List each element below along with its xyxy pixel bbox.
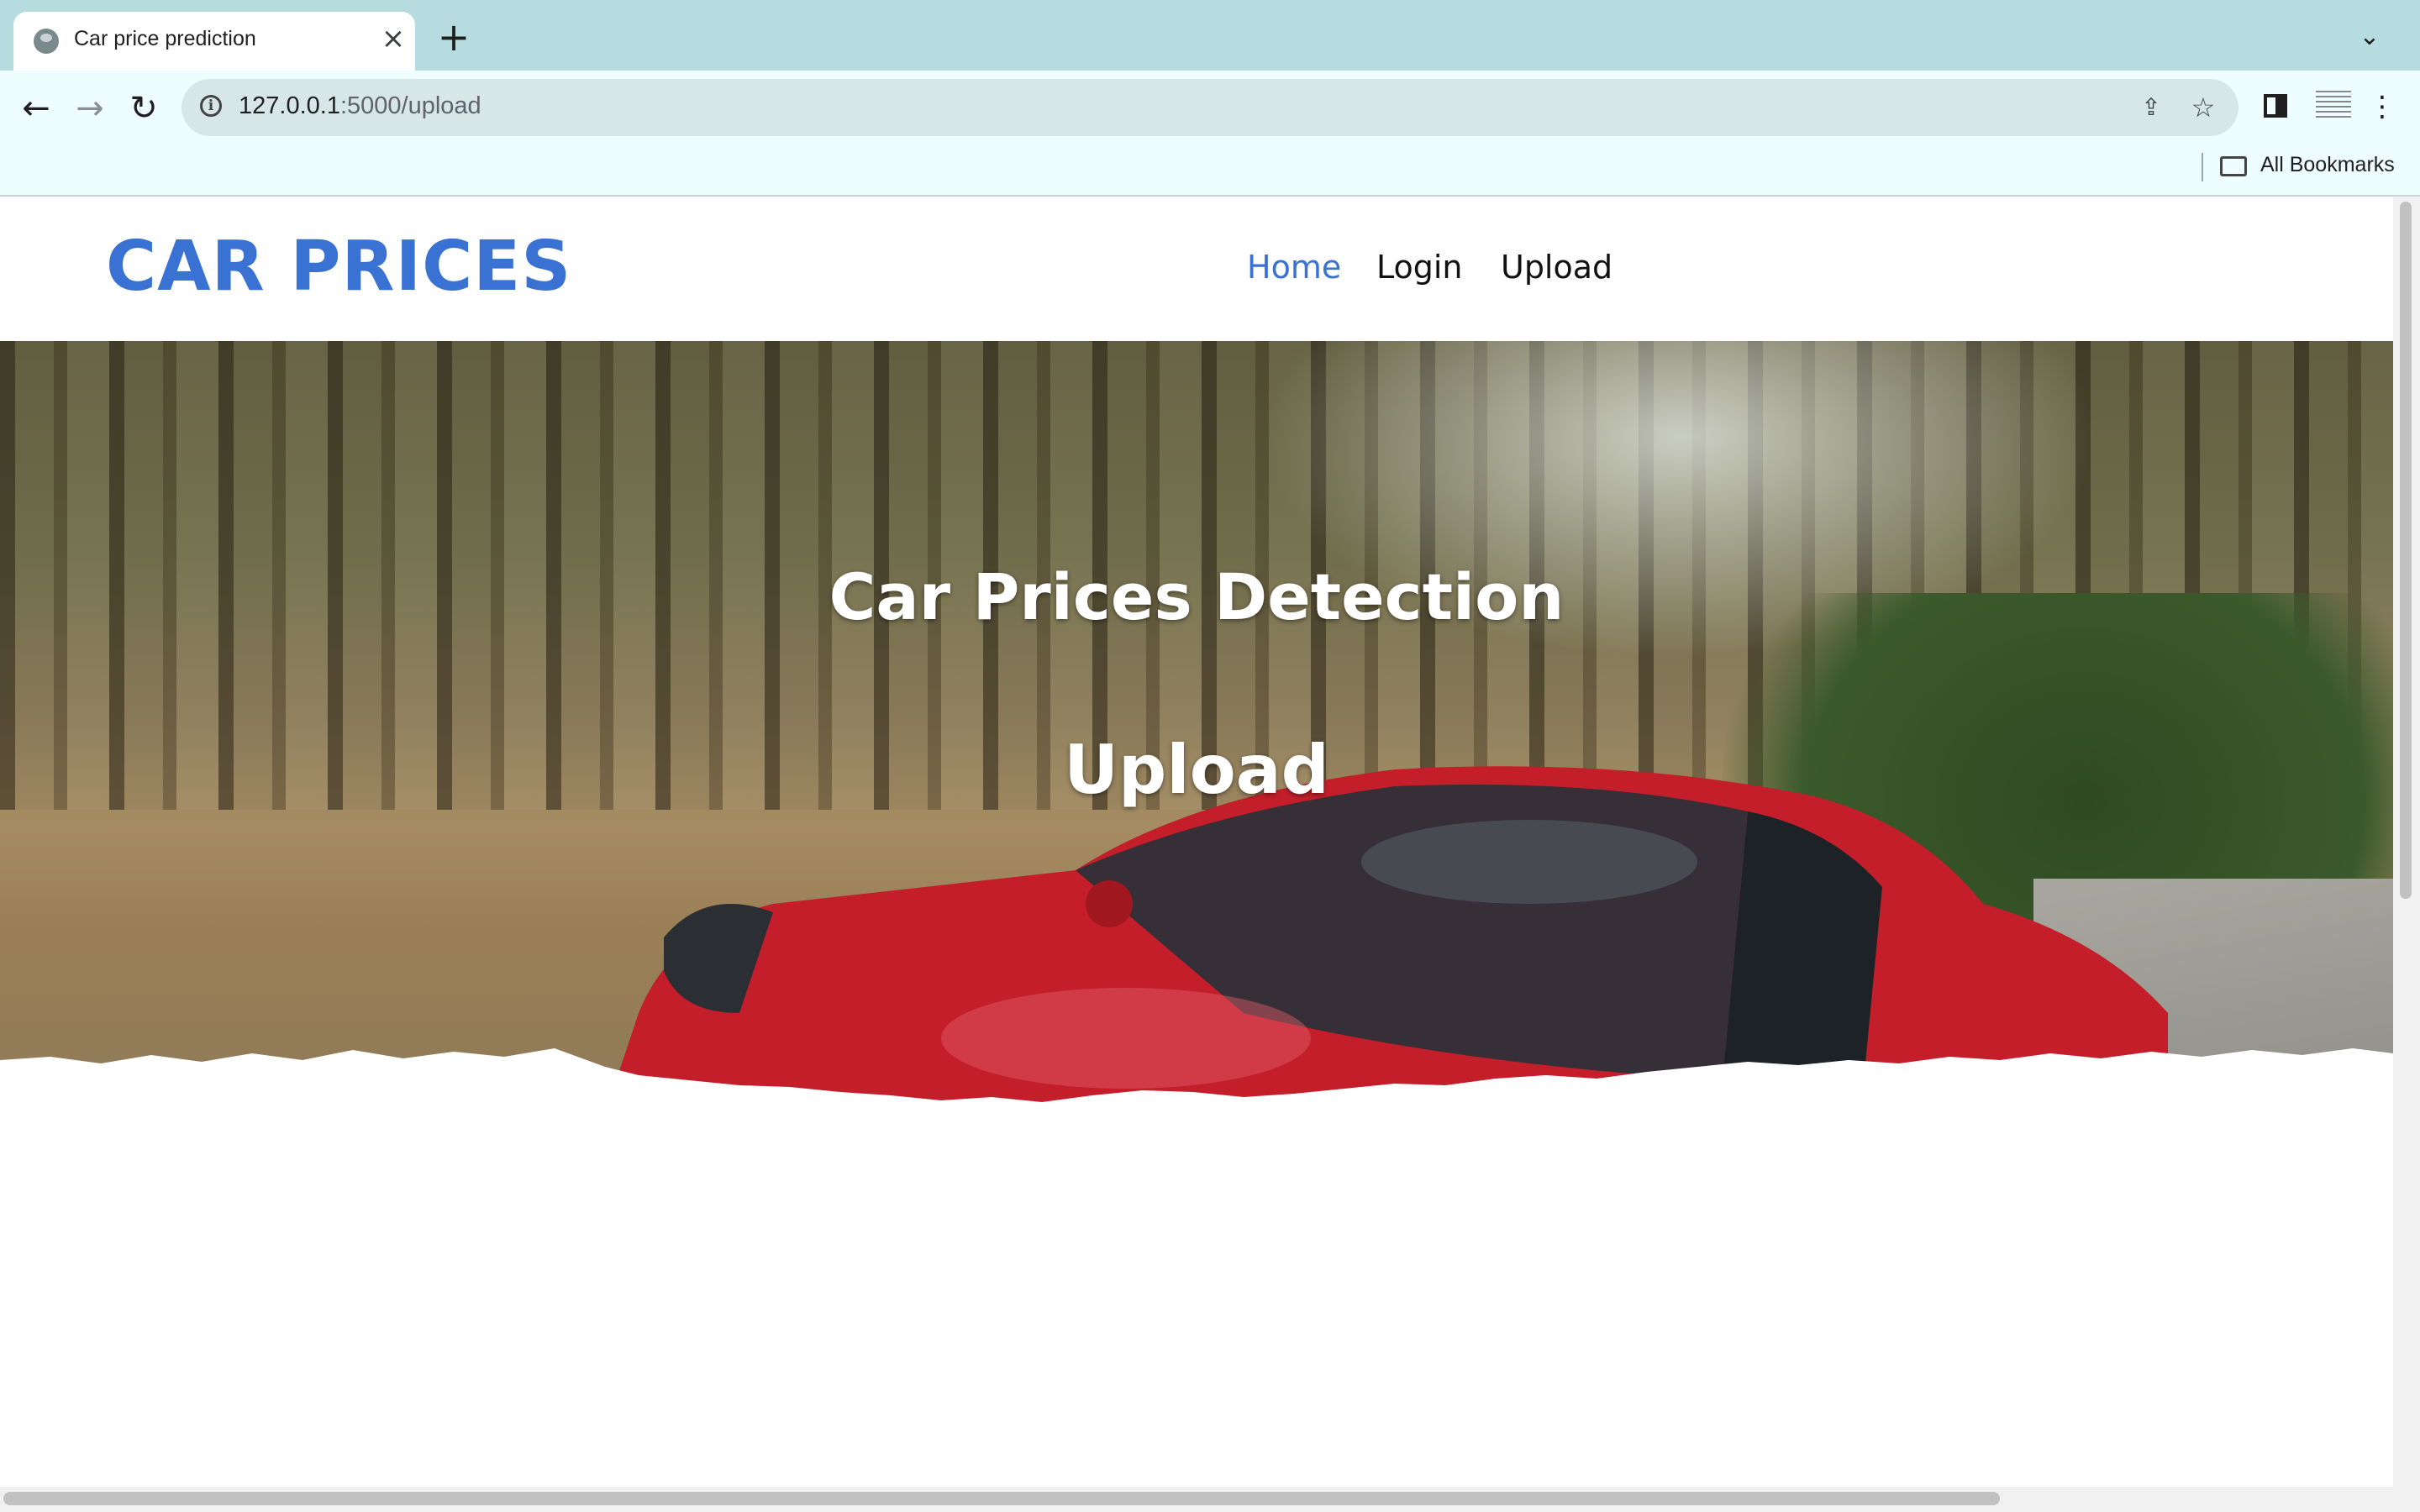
site-logo[interactable]: CAR PRICES	[106, 227, 571, 307]
vertical-scroll-thumb[interactable]	[2400, 202, 2412, 899]
tab-title: Car price prediction	[74, 27, 256, 50]
side-panel-icon[interactable]	[2264, 94, 2287, 118]
nav-home-link[interactable]: Home	[1247, 249, 1341, 286]
tab-strip: Car price prediction × + ⌄	[0, 0, 2420, 71]
profile-icon[interactable]	[2316, 91, 2351, 121]
all-bookmarks-button[interactable]: All Bookmarks	[2260, 153, 2395, 177]
info-icon[interactable]: i	[200, 95, 222, 117]
star-icon[interactable]: ☆	[2185, 89, 2222, 126]
chevron-down-icon[interactable]: ⌄	[2353, 20, 2386, 54]
hero-title: Car Prices Detection	[829, 559, 1565, 634]
url-text[interactable]: 127.0.0.1:5000/upload	[239, 92, 481, 120]
nav-login-link[interactable]: Login	[1376, 249, 1463, 286]
share-icon[interactable]: ⇪	[2133, 89, 2170, 126]
kebab-menu-icon[interactable]: ⋮	[2361, 86, 2403, 128]
folder-icon[interactable]	[2220, 156, 2247, 176]
hero-banner: Car Prices Detection Upload	[0, 341, 2393, 1122]
nav-upload-link[interactable]: Upload	[1501, 249, 1612, 286]
globe-icon	[34, 29, 59, 54]
bookmarks-divider	[2202, 153, 2203, 181]
back-icon[interactable]: ←	[15, 87, 57, 129]
torn-paper-edge	[0, 1048, 2393, 1159]
new-tab-icon[interactable]: +	[435, 18, 472, 56]
horizontal-scroll-thumb[interactable]	[3, 1492, 2000, 1505]
forward-icon[interactable]: →	[69, 87, 111, 129]
close-tab-icon[interactable]: ×	[376, 22, 410, 55]
reload-icon[interactable]: ↻	[123, 87, 165, 129]
address-bar[interactable]: i 127.0.0.1:5000/upload ⇪ ☆	[182, 79, 2238, 136]
browser-tab[interactable]: Car price prediction ×	[13, 12, 415, 71]
hero-subtitle: Upload	[1064, 731, 1329, 809]
site-header: CAR PRICES Home Login Upload	[0, 197, 2393, 341]
